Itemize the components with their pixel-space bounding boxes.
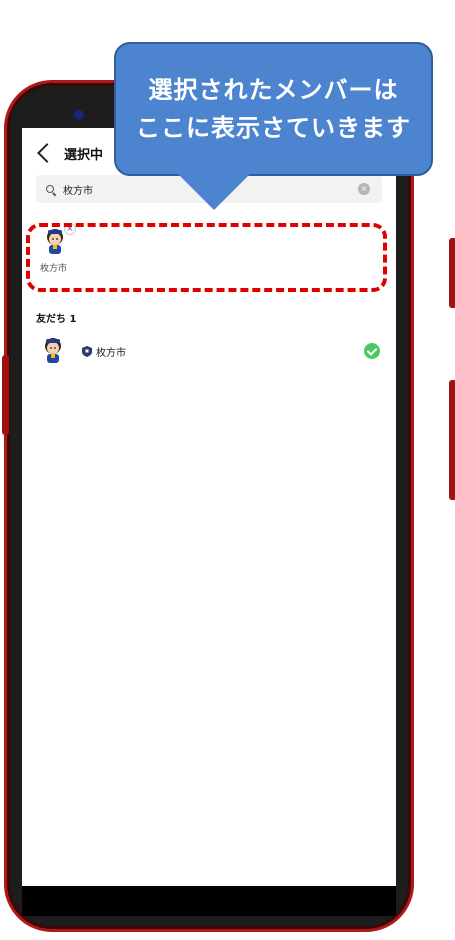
checkmark-icon[interactable]: [364, 343, 380, 359]
clear-search-icon[interactable]: ×: [358, 183, 370, 195]
friend-list-item[interactable]: 枚方市: [22, 334, 396, 368]
avatar: [45, 338, 61, 363]
search-icon: [46, 184, 55, 194]
callout-text-line1: 選択されたメンバーは: [148, 76, 399, 104]
bottom-bezel: [22, 886, 396, 916]
volume-button: [2, 355, 9, 435]
back-arrow-icon[interactable]: [37, 143, 57, 163]
callout-pointer: [176, 172, 252, 210]
page-title: 選択中: [64, 147, 104, 163]
side-button: [449, 380, 455, 500]
search-value[interactable]: 枚方市: [63, 182, 93, 197]
selected-area-highlight: [26, 223, 387, 292]
shield-icon: [82, 345, 92, 357]
callout-bubble: 選択されたメンバーは ここに表示さていきます: [114, 42, 433, 176]
camera-icon: [74, 110, 84, 120]
friends-section-title: 友だち 1: [36, 314, 77, 325]
power-button: [449, 238, 455, 308]
callout-text-line2: ここに表示さていきます: [136, 114, 411, 142]
friend-name: 枚方市: [96, 347, 126, 359]
